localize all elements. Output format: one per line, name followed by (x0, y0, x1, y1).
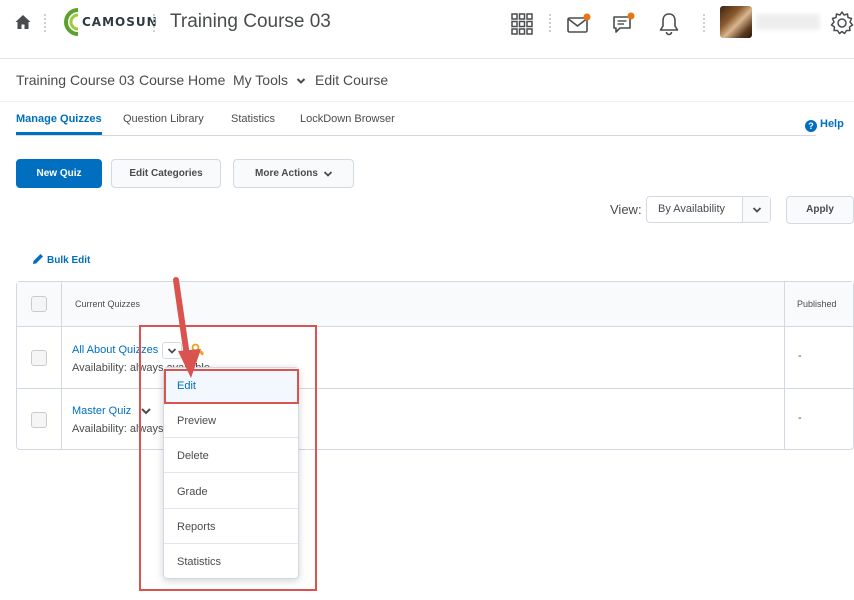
view-select[interactable]: By Availability (646, 196, 771, 223)
divider (61, 282, 62, 449)
bulk-edit-link[interactable]: Bulk Edit (32, 253, 90, 266)
select-toggle[interactable] (742, 197, 770, 222)
tab-statistics[interactable]: Statistics (231, 113, 275, 125)
course-navbar: Training Course 03 Course Home My Tools … (0, 58, 854, 102)
quiz-tabs: Manage Quizzes Question Library Statisti… (16, 112, 816, 136)
help-link[interactable]: ? Help (805, 118, 844, 132)
logo-text: CAMOSUN (82, 15, 158, 29)
table-header: Current Quizzes Published (17, 282, 853, 327)
divider (784, 282, 785, 449)
published-value: - (798, 412, 802, 424)
chevron-down-icon (296, 78, 306, 85)
pencil-icon (33, 254, 43, 264)
nav-item-label: My Tools (233, 72, 288, 88)
tab-lockdown-browser[interactable]: LockDown Browser (300, 113, 395, 125)
separator (549, 13, 551, 33)
quiz-link[interactable]: Master Quiz (72, 405, 131, 417)
view-label: View: (610, 202, 642, 217)
chat-icon[interactable] (611, 11, 637, 37)
course-title[interactable]: Training Course 03 (170, 11, 331, 33)
help-icon: ? (805, 120, 817, 132)
nav-item-course[interactable]: Training Course 03 (16, 72, 135, 88)
bell-icon[interactable] (656, 11, 682, 37)
select-all-checkbox[interactable] (31, 296, 47, 312)
nav-item-my-tools[interactable]: My Tools (233, 72, 306, 88)
help-label: Help (820, 118, 844, 130)
annotation-highlight-edit (164, 369, 299, 404)
chevron-down-icon (752, 207, 762, 213)
tab-manage-quizzes[interactable]: Manage Quizzes (16, 113, 102, 135)
view-select-value: By Availability (658, 203, 726, 215)
separator (44, 13, 46, 33)
column-header-published: Published (797, 299, 837, 309)
top-bar: CAMOSUN Training Course 03 (0, 0, 854, 48)
nav-item-course-home[interactable]: Course Home (139, 72, 225, 88)
bulk-edit-label: Bulk Edit (47, 255, 91, 266)
new-quiz-button[interactable]: New Quiz (16, 159, 102, 188)
chevron-down-icon (323, 171, 333, 177)
annotation-highlight-box (139, 325, 317, 591)
row-checkbox[interactable] (31, 412, 47, 428)
published-value: - (798, 350, 802, 362)
more-actions-button[interactable]: More Actions (233, 159, 354, 188)
settings-gear-icon[interactable] (829, 10, 854, 36)
mail-icon[interactable] (566, 11, 592, 37)
user-name-blurred[interactable] (756, 14, 820, 30)
apply-button[interactable]: Apply (786, 196, 854, 224)
home-icon[interactable] (14, 13, 32, 31)
more-actions-label: More Actions (255, 168, 318, 179)
row-checkbox[interactable] (31, 350, 47, 366)
apps-grid-icon[interactable] (509, 11, 535, 37)
separator (703, 13, 705, 33)
avatar[interactable] (720, 6, 752, 38)
column-header-current-quizzes: Current Quizzes (75, 299, 141, 309)
separator (153, 13, 155, 33)
edit-categories-button[interactable]: Edit Categories (111, 159, 221, 188)
tab-question-library[interactable]: Question Library (123, 113, 204, 125)
nav-item-edit-course[interactable]: Edit Course (315, 72, 388, 88)
